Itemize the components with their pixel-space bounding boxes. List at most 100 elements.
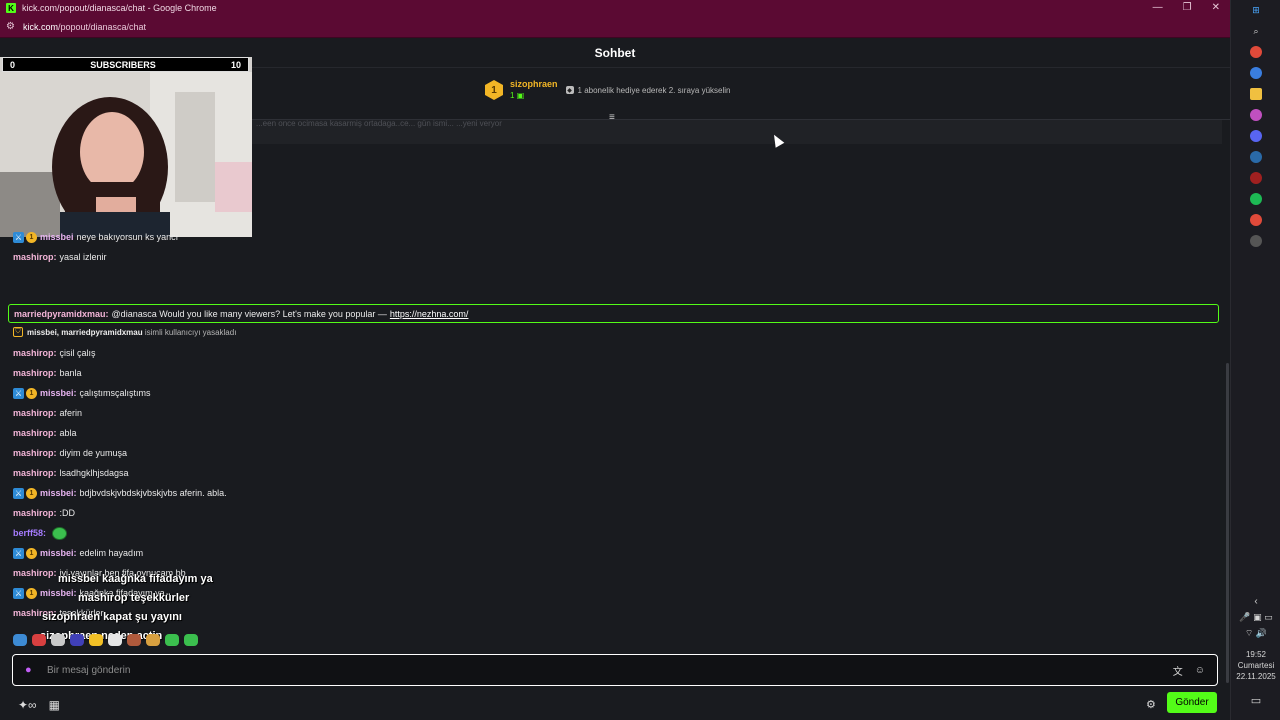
banned-users: missbei, marriedpyramidxmau (27, 327, 143, 337)
message-input[interactable] (47, 664, 1173, 676)
emote-icon[interactable] (89, 634, 103, 646)
settings-gear-icon[interactable]: ⚙ (1146, 698, 1156, 711)
chat-username[interactable]: mashirop: (13, 252, 57, 262)
restore-button[interactable]: ❐ (1183, 0, 1192, 16)
chat-message: mashirop: aferin (13, 404, 82, 422)
gift-hint-text: 1 abonelik hediye ederek 2. sıraya yükse… (577, 85, 731, 95)
search-icon[interactable]: ⌕ (1250, 25, 1262, 37)
address-bar[interactable]: ⚙ kick.com/popout/dianasca/chat (0, 16, 1230, 38)
chat-text: bdjbvdskjvbdskjvbskjvbs aferin. abla. (79, 488, 227, 498)
chat-message: mashirop: yasal izlenir (13, 248, 107, 266)
message-link[interactable]: https://nezhna.com/ (390, 309, 469, 319)
highlighted-message: marriedpyramidxmau: @dianasca Would you … (8, 304, 1219, 323)
top-gifter-username[interactable]: sizophraen (510, 78, 558, 90)
site-info-icon[interactable]: ⚙ (6, 21, 15, 32)
close-button[interactable]: ✕ (1212, 0, 1220, 16)
app-icon[interactable] (1250, 235, 1262, 247)
emote-icon[interactable] (146, 634, 160, 646)
chat-username[interactable]: marriedpyramidxmau: (14, 309, 109, 319)
folder-icon[interactable] (1250, 88, 1262, 100)
chat-text: aferin (59, 408, 83, 418)
emoji-icon[interactable]: ☺ (1195, 665, 1205, 676)
window-titlebar: K kick.com/popout/dianasca/chat - Google… (0, 0, 1230, 16)
spotify-icon[interactable] (1250, 193, 1262, 205)
chat-username[interactable]: mashirop: (13, 368, 57, 378)
chat-username-text: mashirop (13, 568, 54, 578)
chat-username-text: mashirop (13, 368, 54, 378)
notification-icon[interactable]: ▭ (1231, 694, 1280, 707)
emote-icon[interactable] (32, 634, 46, 646)
send-button[interactable]: Gönder (1167, 692, 1217, 713)
chat-username-text: missbei (40, 388, 74, 398)
chat-input-box[interactable]: ● 文 ☺ (12, 654, 1218, 686)
tray-expand-icon[interactable]: ‹ (1231, 596, 1280, 607)
windows-taskbar: ⊞ ⌕ ‹ 🎤 ▣ ▭ ⌔ 🔊 19:52 Cumartesi 22.11.20… (1230, 0, 1280, 720)
emote-icon[interactable] (70, 634, 84, 646)
frog-emote-icon (52, 526, 68, 540)
app-icon[interactable] (1250, 109, 1262, 121)
translate-icon[interactable]: 文 (1173, 663, 1183, 678)
chat-username[interactable]: mashirop: (13, 568, 57, 578)
emote-icon[interactable] (184, 634, 198, 646)
chat-message: berff58: (13, 524, 68, 542)
chat-message: mashirop: diyim de yumuşa (13, 444, 127, 462)
chat-message: mashirop: banla (13, 364, 82, 382)
chat-username[interactable]: missbei: (40, 488, 77, 498)
clock-time[interactable]: 19:52 (1231, 650, 1280, 659)
app-icon[interactable] (1250, 172, 1262, 184)
clock-day[interactable]: Cumartesi (1231, 661, 1280, 670)
chat-text: yasal izlenir (59, 252, 107, 262)
emote-icon[interactable] (127, 634, 141, 646)
chat-username-text: missbei (40, 588, 74, 598)
webcam-video (0, 72, 252, 237)
chat-username[interactable]: missbei: (40, 388, 77, 398)
microphone-icon[interactable]: ● (25, 664, 39, 676)
chat-text: çalıştımsçalıştıms (79, 388, 151, 398)
clock-date[interactable]: 22.11.2025 (1231, 672, 1280, 681)
chrome-icon[interactable] (1250, 214, 1262, 226)
emote-icon[interactable] (13, 634, 27, 646)
stream-overlay-line: missbei kaağnka fifadayım ya (58, 573, 213, 585)
user-badges: ⚔ 1 (13, 587, 37, 599)
minimize-button[interactable]: — (1153, 0, 1163, 16)
subscriber-goal-bar: 0 SUBSCRIBERS 10 (2, 57, 249, 72)
chat-username[interactable]: mashirop: (13, 408, 57, 418)
app-icon[interactable] (1250, 67, 1262, 79)
ban-text: isimli kullanıcıyı yasakladı (144, 327, 237, 337)
chat-username[interactable]: missbei: (40, 548, 77, 558)
chat-username[interactable]: mashirop: (13, 508, 57, 518)
top-gifter-banner[interactable]: 1 sizophraen 1 ▣ ◆ 1 abonelik hediye ede… (485, 78, 731, 102)
faded-pinned-text: ...een once ocimasa kasarmiş ortadaga..c… (256, 120, 502, 128)
chrome-icon[interactable] (1250, 46, 1262, 58)
chat-username[interactable]: missbei: (40, 588, 77, 598)
chat-username-text: mashirop (13, 408, 54, 418)
chat-username-text: mashirop (13, 252, 54, 262)
chat-username-text: mashirop (13, 448, 54, 458)
emote-icon[interactable] (51, 634, 65, 646)
chat-username-text: mashirop (13, 428, 54, 438)
points-icon[interactable]: ✦∞ (18, 698, 37, 712)
chat-username[interactable]: mashirop: (13, 468, 57, 478)
emote-icon[interactable] (165, 634, 179, 646)
kick-favicon-icon: K (6, 3, 16, 13)
discord-icon[interactable] (1250, 130, 1262, 142)
url-path: /popout/dianasca/chat (57, 21, 147, 32)
user-badges: ⚔ 1 (13, 547, 37, 559)
steam-icon[interactable] (1250, 151, 1262, 163)
chat-username[interactable]: berff58: (13, 528, 46, 538)
emote-icon[interactable] (108, 634, 122, 646)
user-badges: ⚔ 1 (13, 387, 37, 399)
chat-username[interactable]: mashirop: (13, 348, 57, 358)
chat-footer: ✦∞ ▦ ⚙ Gönder (0, 690, 1230, 720)
subscriber-badge-icon: 1 (26, 587, 37, 599)
chat-scrollbar[interactable] (1226, 363, 1229, 683)
chat-username[interactable]: missbei (40, 232, 74, 242)
store-icon[interactable]: ▦ (49, 698, 60, 712)
chat-username[interactable]: mashirop: (13, 428, 57, 438)
highlight-username-text: marriedpyramidxmau (14, 308, 106, 319)
network-volume-icon[interactable]: ⌔ 🔊 (1231, 628, 1280, 639)
gift-icon: ▣ (516, 91, 525, 100)
windows-start-icon[interactable]: ⊞ (1250, 4, 1262, 16)
chat-username[interactable]: mashirop: (13, 448, 57, 458)
tray-icons[interactable]: 🎤 ▣ ▭ (1231, 612, 1280, 623)
